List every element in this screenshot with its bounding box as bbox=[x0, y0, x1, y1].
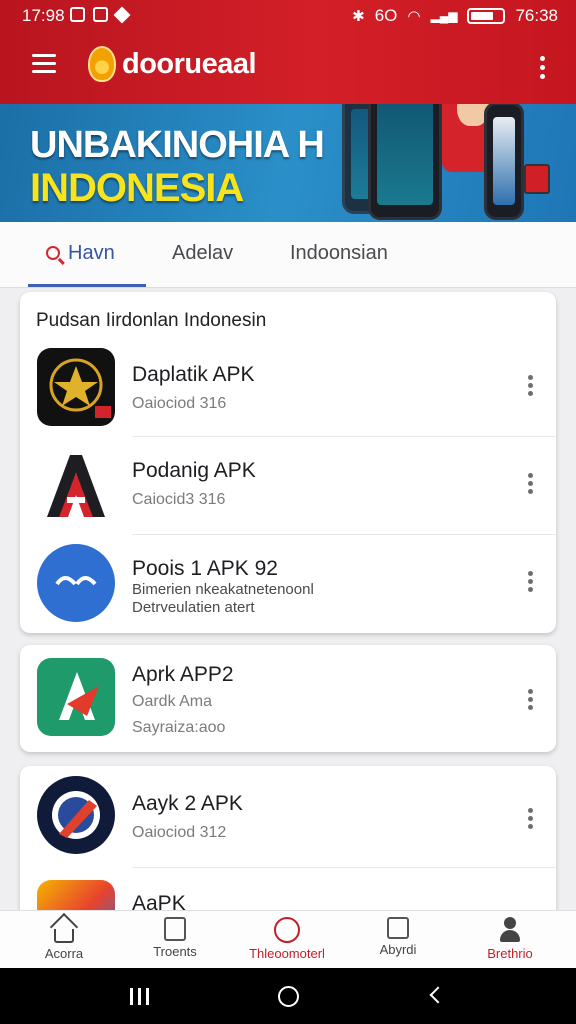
promo-banner[interactable]: UNBAKINOHIA H INDONESIA bbox=[0, 104, 576, 222]
more-options-icon[interactable] bbox=[528, 808, 534, 832]
letter-a-icon bbox=[37, 447, 115, 525]
app-screen: 17:98 ✱ 6O ◠ ▂▄▆ 76:38 doorueaal UNBAKIN… bbox=[0, 0, 576, 1024]
diamond-icon bbox=[113, 6, 131, 24]
notification-icon bbox=[70, 7, 85, 22]
app-subtitle-2: Detrveulatien atert bbox=[132, 599, 255, 616]
status-bar: 17:98 ✱ 6O ◠ ▂▄▆ 76:38 bbox=[0, 0, 576, 32]
menu-icon[interactable] bbox=[32, 54, 56, 74]
nav-item-brethrio[interactable]: Brethrio bbox=[460, 917, 560, 961]
app-name: Pooіs 1 APK 92 bbox=[132, 557, 278, 580]
navy-badge-icon bbox=[37, 776, 115, 854]
search-icon bbox=[46, 246, 60, 260]
nav-label: Brethrio bbox=[487, 946, 533, 961]
star-emblem-icon bbox=[37, 348, 115, 426]
list-item[interactable]: Aprk APP2 Oardk Ama Sayraiza:aoo bbox=[20, 645, 556, 743]
tab-active-indicator bbox=[28, 284, 146, 287]
tab-label: Indoonsian bbox=[290, 242, 388, 264]
system-nav-bar bbox=[0, 968, 576, 1024]
brand: doorueaal bbox=[88, 46, 257, 82]
brand-name: doorueaal bbox=[122, 47, 257, 80]
bottom-nav: Acorra Troents Thleoomoterl Abyrdi Breth… bbox=[0, 910, 576, 968]
app-subtitle: Oardk Ama bbox=[132, 693, 213, 710]
nav-label: Acorra bbox=[44, 946, 84, 961]
recent-apps-icon[interactable] bbox=[130, 988, 149, 1005]
nav-item-thleoomoterl[interactable]: Thleoomoterl bbox=[237, 917, 337, 961]
banner-title-line2: INDONESIA bbox=[30, 166, 244, 210]
blue-circle-icon bbox=[37, 544, 115, 622]
list-item[interactable]: Daplatik APK Oaiociod 316 bbox=[20, 339, 556, 437]
tab-indonesian[interactable]: Indoonsian bbox=[290, 242, 388, 265]
flag-badge-icon bbox=[524, 164, 550, 194]
phone-illustration bbox=[484, 104, 524, 220]
status-time-right: 76:38 bbox=[515, 6, 558, 25]
app-header: 17:98 ✱ 6O ◠ ▂▄▆ 76:38 doorueaal bbox=[0, 0, 576, 104]
app-subtitle-2: Sayraiza:aoo bbox=[132, 719, 226, 736]
green-arrow-icon bbox=[37, 658, 115, 736]
app-list-card: Aayk 2 APK Oaiociod 312 AaPK bbox=[20, 766, 556, 926]
battery-icon bbox=[467, 8, 506, 24]
status-time: 17:98 bbox=[22, 6, 65, 25]
tab-bar: Havn Adelav Indoonsian bbox=[0, 222, 576, 288]
notification-icons bbox=[70, 6, 131, 24]
home-icon bbox=[54, 929, 74, 943]
back-icon[interactable] bbox=[429, 986, 447, 1004]
app-subtitle: Oaiociod 312 bbox=[132, 824, 227, 841]
tab-label: Havn bbox=[68, 242, 115, 264]
circle-icon bbox=[274, 917, 300, 943]
list-item[interactable]: Pooіs 1 APK 92 Bimerien nkeakatnetenoonl… bbox=[20, 535, 556, 633]
tab-label: Adelav bbox=[172, 242, 234, 264]
overflow-menu-icon[interactable] bbox=[540, 56, 546, 83]
nav-label: Troents bbox=[153, 944, 197, 959]
app-name: Aprk APP2 bbox=[132, 663, 234, 686]
cell-signal-icon: ▂▄▆ bbox=[430, 9, 458, 23]
image-icon bbox=[93, 7, 108, 22]
app-name: Daplatik APK bbox=[132, 363, 255, 386]
section-title: Pudsan Iirdonlan Indonesin bbox=[36, 310, 267, 331]
app-name: Aayk 2 APK bbox=[132, 792, 243, 815]
box-icon bbox=[164, 917, 186, 941]
more-options-icon[interactable] bbox=[528, 375, 534, 399]
signal-text: 6O bbox=[374, 6, 398, 25]
square-icon bbox=[387, 917, 409, 939]
app-bar: doorueaal bbox=[0, 32, 576, 104]
list-item[interactable]: Podanig APK Caiocid3 316 bbox=[20, 437, 556, 535]
phone-illustration bbox=[368, 104, 442, 220]
person-icon bbox=[497, 917, 523, 943]
app-subtitle: Caiocid3 316 bbox=[132, 491, 226, 508]
nav-item-home[interactable]: Acorra bbox=[14, 917, 114, 961]
list-item[interactable]: Aayk 2 APK Oaiociod 312 bbox=[20, 766, 556, 868]
nav-label: Abyrdi bbox=[379, 942, 417, 957]
wifi-icon: ◠ bbox=[407, 8, 421, 25]
status-right: ✱ 6O ◠ ▂▄▆ 76:38 bbox=[352, 6, 558, 26]
app-name: Podanig APK bbox=[132, 459, 256, 482]
brand-logo-icon bbox=[88, 46, 116, 82]
more-options-icon[interactable] bbox=[528, 571, 534, 595]
tab-home[interactable]: Havn bbox=[46, 242, 115, 265]
bluetooth-icon: ✱ bbox=[352, 8, 365, 25]
more-options-icon[interactable] bbox=[528, 473, 534, 497]
banner-title-line1: UNBAKINOHIA H bbox=[30, 124, 325, 166]
nav-label: Thleoomoterl bbox=[249, 946, 325, 961]
app-subtitle: Oaiociod 316 bbox=[132, 395, 227, 412]
app-list-card: Aprk APP2 Oardk Ama Sayraiza:aoo bbox=[20, 645, 556, 752]
nav-item-abyrdi[interactable]: Abyrdi bbox=[348, 917, 448, 957]
app-subtitle: Bimerien nkeakatnetenoonl bbox=[132, 581, 314, 598]
more-options-icon[interactable] bbox=[528, 689, 534, 713]
home-button-icon[interactable] bbox=[278, 986, 299, 1007]
nav-item-troents[interactable]: Troents bbox=[125, 917, 225, 959]
app-list-card: Pudsan Iirdonlan Indonesin Daplatik APK … bbox=[20, 292, 556, 633]
tab-adelav[interactable]: Adelav bbox=[172, 242, 233, 265]
